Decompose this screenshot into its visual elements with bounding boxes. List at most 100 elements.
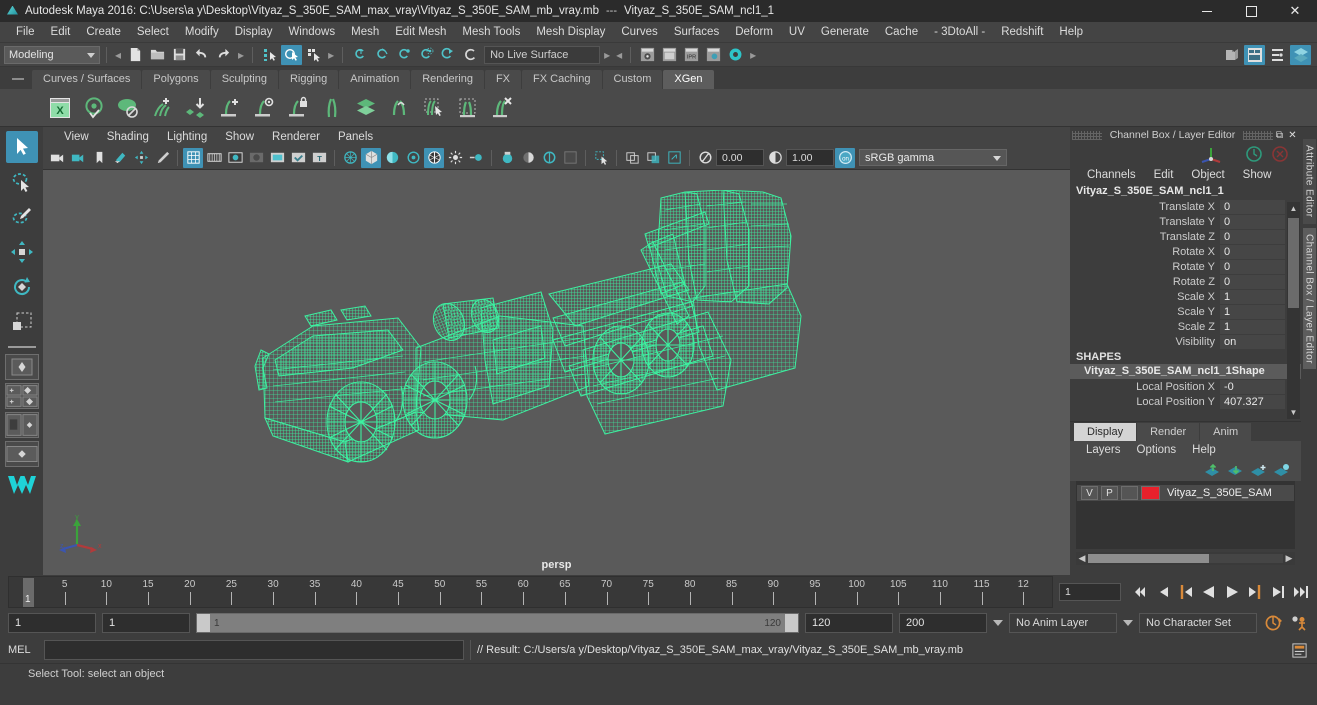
range-right-handle[interactable] (785, 614, 798, 632)
layer-list-scrollbar[interactable]: ◀ ▶ (1076, 552, 1295, 565)
script-language-label[interactable]: MEL (8, 644, 38, 656)
character-set-chevron-icon[interactable] (1123, 620, 1133, 626)
xgen-mirror-guide-icon[interactable] (318, 94, 346, 122)
select-camera-icon[interactable] (47, 148, 67, 168)
expand-chevron-icon[interactable]: ▸ (326, 48, 336, 62)
toggle-grid-icon[interactable] (183, 147, 203, 168)
step-back-keyframe-icon[interactable] (1153, 582, 1173, 602)
shelf-tab-rigging[interactable]: Rigging (278, 70, 339, 89)
menu-item-curves[interactable]: Curves (613, 24, 665, 40)
layer-menu-options[interactable]: Options (1129, 443, 1185, 457)
redo-icon[interactable] (213, 45, 234, 65)
xgen-clump-icon[interactable] (454, 94, 482, 122)
menu-item-edit-mesh[interactable]: Edit Mesh (387, 24, 454, 40)
screen-space-ao-icon[interactable] (445, 148, 465, 168)
select-object-icon[interactable] (281, 44, 303, 65)
range-end-field[interactable]: 120 (805, 613, 893, 633)
layer-playback-toggle[interactable]: P (1101, 486, 1118, 500)
side-tab-attribute-editor[interactable]: Attribute Editor (1302, 139, 1316, 224)
channel-box-scrollbar[interactable]: ▲ ▼ (1287, 202, 1300, 419)
scroll-track[interactable] (1088, 554, 1283, 563)
go-to-end-icon[interactable] (1291, 582, 1311, 602)
viewport-menu-panels[interactable]: Panels (329, 131, 382, 143)
channel-menu-object[interactable]: Object (1182, 168, 1233, 182)
expand-chevron-icon[interactable]: ▸ (748, 48, 758, 62)
smooth-shade-all-icon[interactable] (361, 147, 381, 168)
layer-editor-menu-bar[interactable]: Layers Options Help (1070, 441, 1301, 459)
exposure-icon[interactable] (695, 148, 715, 168)
persp-outliner-layout[interactable] (4, 412, 39, 438)
transform-attribute-rows[interactable]: Translate X 0 Translate Y 0 Translate Z 0 Rota… (1070, 199, 1301, 349)
open-scene-icon[interactable] (147, 45, 168, 65)
move-layer-up-icon[interactable] (1204, 463, 1222, 478)
perspective-viewport[interactable]: y x z persp (43, 170, 1070, 575)
render-settings-icon[interactable] (703, 45, 724, 65)
channel-value[interactable]: 0 (1220, 274, 1285, 289)
render-current-frame-icon[interactable] (637, 45, 658, 65)
step-forward-frame-icon[interactable] (1245, 582, 1265, 602)
xgen-add-guide-icon[interactable] (216, 94, 244, 122)
live-surface-field[interactable]: No Live Surface (484, 45, 601, 64)
new-layer-from-selected-icon[interactable] (1273, 463, 1291, 478)
channel-row[interactable]: Scale X 1 (1070, 289, 1301, 304)
depth-of-field-icon[interactable] (643, 148, 663, 168)
collapse-chevron-icon[interactable]: ◂ (614, 48, 624, 62)
viewport-menu-lighting[interactable]: Lighting (158, 131, 216, 143)
undock-panel-icon[interactable]: ⧉ (1273, 129, 1286, 141)
play-forwards-icon[interactable] (1222, 582, 1242, 602)
hypershade-layout[interactable] (4, 441, 39, 467)
channel-row[interactable]: Visibility on (1070, 334, 1301, 349)
scroll-up-arrow-icon[interactable]: ▲ (1287, 202, 1300, 215)
xgen-lock-guide-icon[interactable] (284, 94, 312, 122)
toggle-safe-action-icon[interactable] (288, 148, 308, 168)
viewport-menu-bar[interactable]: View Shading Lighting Show Renderer Panels (43, 127, 1070, 146)
menu-item-edit[interactable]: Edit (43, 24, 79, 40)
redo-render-icon[interactable] (659, 45, 680, 65)
hypershade-icon[interactable] (725, 45, 746, 65)
channel-row[interactable]: Rotate X 0 (1070, 244, 1301, 259)
layer-name[interactable]: Vityaz_S_350E_SAM (1163, 487, 1272, 499)
isolate-select-icon[interactable] (497, 148, 517, 168)
wireframe-shading-icon[interactable] (340, 148, 360, 168)
channel-row[interactable]: Translate X 0 (1070, 199, 1301, 214)
menu-item-3dtoall[interactable]: - 3DtoAll - (926, 24, 993, 40)
select-hierarchy-icon[interactable] (259, 45, 280, 65)
grease-pencil-icon[interactable] (152, 148, 172, 168)
viewport-settings-icon[interactable] (664, 148, 684, 168)
viewport-menu-view[interactable]: View (55, 131, 98, 143)
current-frame-field[interactable]: 1 (1059, 583, 1121, 601)
select-component-icon[interactable] (303, 45, 324, 65)
mel-command-input[interactable] (44, 640, 464, 660)
ipr-render-icon[interactable]: IPR (681, 45, 702, 65)
menu-item-redshift[interactable]: Redshift (993, 24, 1051, 40)
scroll-left-arrow-icon[interactable]: ◀ (1076, 553, 1088, 564)
right-vertical-tabs[interactable]: Attribute Editor Channel Box / Layer Edit… (1301, 127, 1317, 575)
xgen-shelf[interactable]: X (0, 89, 1317, 127)
range-slider[interactable]: 1 120 (196, 613, 799, 633)
motion-blur-icon[interactable] (466, 148, 486, 168)
shape-attribute-rows[interactable]: Local Position X -0 Local Position Y 407.32… (1070, 379, 1301, 409)
four-view-layout[interactable] (4, 383, 39, 409)
make-live-icon[interactable] (459, 45, 480, 65)
menu-item-mesh-tools[interactable]: Mesh Tools (454, 24, 528, 40)
shelf-tab-rendering[interactable]: Rendering (411, 70, 484, 89)
xgen-select-guides-icon[interactable] (420, 94, 448, 122)
toggle-sidebar-icon[interactable] (1221, 45, 1242, 65)
step-forward-keyframe-icon[interactable] (1268, 582, 1288, 602)
xgen-layers-icon[interactable] (352, 94, 380, 122)
xgen-show-guide-icon[interactable] (250, 94, 278, 122)
move-tool[interactable] (6, 236, 38, 268)
channel-menu-edit[interactable]: Edit (1145, 168, 1183, 182)
snap-to-grid-icon[interactable] (349, 45, 370, 65)
shadows-icon[interactable] (424, 147, 444, 168)
channel-value[interactable]: -0 (1220, 379, 1285, 394)
menu-item-windows[interactable]: Windows (280, 24, 343, 40)
color-management-toggle-icon[interactable]: on (835, 147, 855, 168)
channel-box-body[interactable]: Vityaz_S_350E_SAM_ncl1_1 Translate X 0 Tra… (1070, 184, 1301, 421)
go-to-start-icon[interactable] (1130, 582, 1150, 602)
gamma-icon[interactable] (765, 148, 785, 168)
exposure-value[interactable]: 0.00 (716, 149, 764, 166)
camera-attributes-icon[interactable] (68, 148, 88, 168)
menu-set-dropdown[interactable]: Modeling (4, 45, 100, 64)
channel-value[interactable]: 0 (1220, 199, 1285, 214)
